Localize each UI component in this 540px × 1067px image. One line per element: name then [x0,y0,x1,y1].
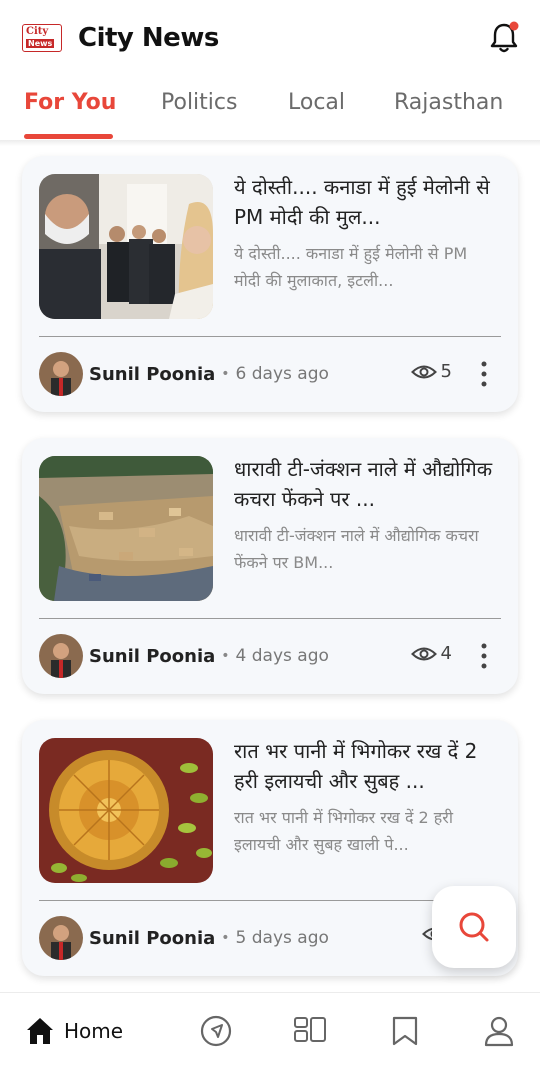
meta-separator: • [221,366,230,382]
article-excerpt: धारावी टी-जंक्शन नाले में औद्योगिक कचरा … [234,526,479,572]
article-meta: Sunil Poonia • 5 days ago [39,916,329,960]
meta-separator: • [221,648,230,664]
bookmark-icon [392,1016,418,1046]
author-avatar[interactable] [39,916,83,960]
publish-time: 5 days ago [235,928,329,948]
view-count-value: 5 [440,361,452,382]
logo-text-city: City [26,26,49,37]
tab-politics[interactable]: Politics [161,90,237,115]
profile-icon [484,1016,514,1047]
category-tabs: For You Politics Local Rajasthan [0,76,540,140]
article-meta: Sunil Poonia • 6 days ago [39,352,329,396]
article-title[interactable]: रात भर पानी में भिगोकर रख दें 2 हरी इलाय… [234,736,504,796]
article-excerpt: रात भर पानी में भिगोकर रख दें 2 हरी इलाय… [234,808,453,854]
eye-icon [410,647,437,660]
publish-time: 4 days ago [235,646,329,666]
nav-home-label: Home [64,1019,124,1043]
article-title[interactable]: धारावी टी-जंक्शन नाले में औद्योगिक कचरा … [234,454,504,514]
more-options-button[interactable] [480,360,488,388]
app-logo: City News [22,24,62,52]
view-count-value: 4 [440,643,452,664]
author-avatar[interactable] [39,634,83,678]
article-excerpt: ये दोस्ती.... कनाडा में हुई मेलोनी से PM… [234,244,468,290]
article-thumbnail[interactable] [39,738,213,883]
app-title: City News [78,23,219,53]
tab-local[interactable]: Local [288,90,345,115]
news-feed[interactable]: ये दोस्ती.... कनाडा में हुई मेलोनी से PM… [22,156,518,1002]
search-button[interactable] [432,886,516,968]
news-card[interactable]: ये दोस्ती.... कनाडा में हुई मेलोनी से PM… [22,156,518,412]
tabs-divider [0,140,540,146]
news-card[interactable]: धारावी टी-जंक्शन नाले में औद्योगिक कचरा … [22,438,518,694]
author-name[interactable]: Sunil Poonia [89,646,215,667]
home-icon [27,1018,53,1044]
card-divider [39,618,501,619]
bell-icon [490,21,519,53]
app-header: City News City News [0,0,540,76]
card-divider [39,336,501,337]
author-avatar[interactable] [39,352,83,396]
eye-icon [410,365,437,378]
active-tab-indicator [24,134,113,139]
publish-time: 6 days ago [235,364,329,384]
more-options-button[interactable] [480,642,488,670]
layout-icon [294,1017,326,1042]
nav-home[interactable]: Home [24,1015,123,1047]
nav-categories[interactable] [293,1015,327,1045]
more-vertical-icon [481,643,487,669]
article-thumbnail[interactable] [39,174,213,319]
tab-rajasthan[interactable]: Rajasthan [394,90,503,115]
logo-text-news: News [26,39,55,48]
article-meta: Sunil Poonia • 4 days ago [39,634,329,678]
author-name[interactable]: Sunil Poonia [89,928,215,949]
article-title[interactable]: ये दोस्ती.... कनाडा में हुई मेलोनी से PM… [234,172,504,232]
card-divider [39,900,501,901]
view-count: 4 [410,643,452,664]
search-icon [459,912,489,942]
notifications-button[interactable] [488,20,520,54]
view-count: 5 [410,361,452,382]
nav-profile[interactable] [484,1015,514,1047]
meta-separator: • [221,930,230,946]
bottom-navigation: Home [0,992,540,1067]
more-vertical-icon [481,361,487,387]
compass-icon [200,1015,232,1047]
tab-for-you[interactable]: For You [24,90,116,115]
nav-explore[interactable] [200,1015,232,1047]
article-thumbnail[interactable] [39,456,213,601]
nav-bookmarks[interactable] [390,1015,420,1047]
author-name[interactable]: Sunil Poonia [89,364,215,385]
